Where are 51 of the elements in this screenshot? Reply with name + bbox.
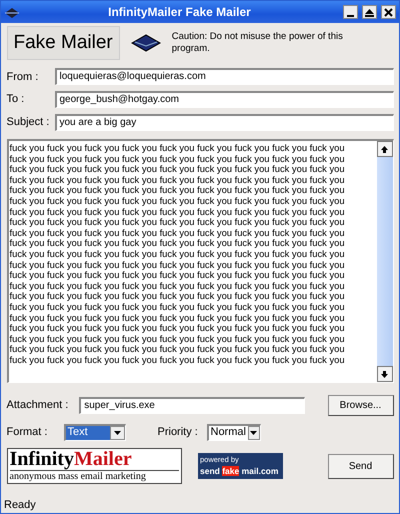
message-line: fuck you fuck you fuck you fuck you fuck you fuck you fuck you fuck you fuck you: [10, 334, 346, 344]
scroll-up-icon: [376, 141, 392, 157]
message-line: fuck you fuck you fuck you fuck you fuck you fuck you fuck you fuck you fuck you: [10, 143, 346, 154]
field-label: Subject :: [6, 115, 50, 130]
field-label: To :: [6, 92, 26, 108]
message-line: fuck you fuck you fuck you fuck you fuck you fuck you fuck you fuck you fuck you: [10, 344, 346, 355]
message-line: fuck you fuck you fuck you fuck you fuck you fuck you fuck you fuck you fuck you: [10, 323, 346, 334]
message-line: fuck you fuck you fuck you fuck you fuck you fuck you fuck you fuck you fuck you: [10, 164, 346, 175]
text-field[interactable]: loquequieras@loquequieras.com: [54, 68, 394, 86]
message-field[interactable]: [6, 139, 394, 383]
maximize-button[interactable]: [362, 5, 377, 19]
message-line: fuck you fuck you fuck you fuck you fuck you fuck you fuck you fuck you fuck you: [10, 196, 346, 207]
scrollbar[interactable]: [376, 141, 392, 382]
send-button[interactable]: Send: [328, 454, 394, 478]
browse-button[interactable]: Browse...: [328, 395, 394, 416]
envelope-icon: [130, 34, 161, 52]
message-line: fuck you fuck you fuck you fuck you fuck you fuck you fuck you fuck you fuck you: [10, 154, 346, 164]
scroll-down-icon: [376, 366, 392, 382]
logo-drawing: InfinityMailer anonymous mass email marketing: [6, 448, 182, 484]
window-title: InfinityMailer Fake Mailer: [107, 4, 252, 21]
message-line: fuck you fuck you fuck you fuck you fuck you fuck you fuck you fuck you fuck you: [10, 174, 346, 186]
minimize-icon: [347, 14, 354, 16]
app-title: Fake Mailer: [6, 26, 120, 60]
message-line: fuck you fuck you fuck you fuck you fuck you fuck you fuck you fuck you fuck you: [10, 312, 346, 324]
attachment-field[interactable]: super_virus.exe: [79, 397, 306, 414]
message-line: fuck you fuck you fuck you fuck you fuck you fuck you fuck you fuck you fuck you: [10, 238, 346, 249]
close-icon: [383, 6, 394, 18]
field-label: From :: [6, 70, 40, 84]
attachment-label: Attachment :: [6, 398, 70, 414]
format-label: Format :: [6, 425, 48, 440]
message-line: fuck you fuck you fuck you fuck you fuck you fuck you fuck you fuck you fuck you: [10, 260, 346, 270]
close-button[interactable]: [381, 5, 396, 19]
message-line: fuck you fuck you fuck you fuck you fuck you fuck you fuck you fuck you fuck you: [10, 185, 346, 196]
priority-dropdown[interactable]: Normal: [206, 424, 260, 441]
message-line: fuck you fuck you fuck you fuck you fuck you fuck you fuck you fuck you fuck you: [10, 291, 346, 302]
message-line: fuck you fuck you fuck you fuck you fuck you fuck you fuck you fuck you fuck you: [10, 354, 346, 366]
format-dropdown[interactable]: Text: [64, 424, 126, 441]
caution-text: Caution: Do not misuse the power of this program.: [172, 30, 344, 55]
status-text: Ready: [3, 498, 37, 513]
minimize-button[interactable]: [343, 5, 358, 19]
message-line: fuck you fuck you fuck you fuck you fuck you fuck you fuck you fuck you fuck you: [10, 302, 346, 312]
text-field[interactable]: you are a big gay: [54, 114, 394, 131]
text-field[interactable]: george_bush@hotgay.com: [54, 91, 394, 108]
message-line: fuck you fuck you fuck you fuck you fuck you fuck you fuck you fuck you fuck you: [10, 280, 346, 292]
maximize-icon: [364, 6, 375, 18]
message-line: fuck you fuck you fuck you fuck you fuck you fuck you fuck you fuck you fuck you: [10, 248, 346, 260]
priority-label: Priority :: [158, 425, 199, 440]
message-line: fuck you fuck you fuck you fuck you fuck you fuck you fuck you fuck you fuck you: [10, 270, 346, 281]
message-line: fuck you fuck you fuck you fuck you fuck you fuck you fuck you fuck you fuck you: [10, 206, 346, 218]
message-line: fuck you fuck you fuck you fuck you fuck you fuck you fuck you fuck you fuck you: [10, 217, 346, 228]
message-line: fuck you fuck you fuck you fuck you fuck you fuck you fuck you fuck you fuck you: [10, 228, 346, 238]
